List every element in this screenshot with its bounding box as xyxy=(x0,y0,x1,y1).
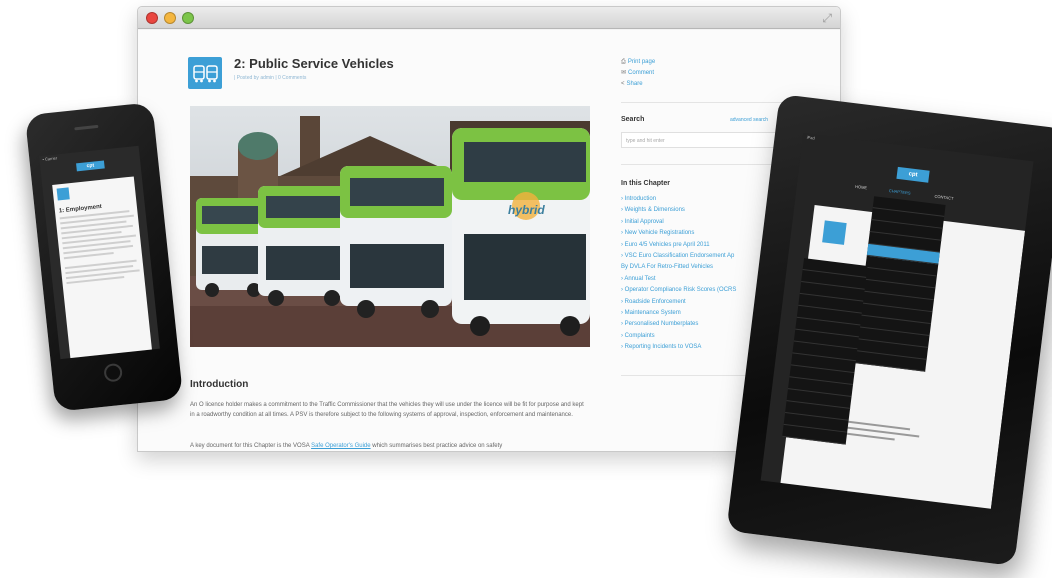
bus-livery-text: hybrid xyxy=(508,203,545,217)
search-input[interactable]: type and hit enter xyxy=(621,132,784,148)
divider xyxy=(621,164,784,165)
share-icon: < xyxy=(621,81,625,87)
print-icon: ⎙ xyxy=(621,59,626,65)
search-heading: Search xyxy=(621,116,645,123)
tablet-screen: iPad cpt HOME CHAPTERS CONTACT xyxy=(760,133,1034,509)
phone-speaker xyxy=(74,124,99,131)
fullscreen-icon[interactable]: ⤢ xyxy=(822,11,832,26)
intro-paragraph: An O licence holder makes a commitment t… xyxy=(190,402,584,418)
cpt-logo[interactable]: cpt xyxy=(76,160,105,172)
phone-screen: • Carrier cpt 1: Employment xyxy=(39,145,160,360)
tablet-device: iPad cpt HOME CHAPTERS CONTACT xyxy=(726,93,1052,567)
nav-contact[interactable]: CONTACT xyxy=(934,194,954,201)
comment-link[interactable]: ✉ Comment xyxy=(621,68,655,79)
hero-bus-photo: hybrid xyxy=(190,106,590,347)
intro-paragraph-2: A key document for this Chapter is the V… xyxy=(190,443,503,449)
comment-icon: ✉ xyxy=(621,70,627,76)
post-actions: ⎙ Print page ✉ Comment < Share xyxy=(621,57,655,90)
bus-category-icon xyxy=(188,57,222,89)
home-button[interactable] xyxy=(103,362,124,383)
phone-status-bar: • Carrier xyxy=(42,155,58,162)
tablet-status-bar: iPad xyxy=(806,134,816,141)
cpt-logo[interactable]: cpt xyxy=(896,166,930,183)
browser-window: ⤢ 2: Public Service Vehicles | Posted by… xyxy=(137,6,841,452)
chapter-link[interactable]: › Introduction xyxy=(621,194,789,205)
category-icon xyxy=(822,220,847,245)
chapter-link[interactable]: › Weights & Dimensions xyxy=(621,205,789,216)
print-page-link[interactable]: ⎙ Print page xyxy=(621,57,655,68)
divider xyxy=(621,102,784,103)
phone-body-text xyxy=(59,210,141,285)
post-meta: | Posted by admin | 0 Comments xyxy=(234,75,307,81)
category-icon xyxy=(56,187,70,201)
minimize-window-button[interactable] xyxy=(164,12,176,24)
post-title: 2: Public Service Vehicles xyxy=(234,56,394,71)
safe-operators-guide-link[interactable]: Safe Operator's Guide xyxy=(311,443,371,449)
devices-showcase: ⤢ 2: Public Service Vehicles | Posted by… xyxy=(0,0,1052,578)
advanced-search-link[interactable]: advanced search xyxy=(730,117,768,123)
phone-page: 1: Employment xyxy=(52,176,153,360)
close-window-button[interactable] xyxy=(146,12,158,24)
nav-chapters[interactable]: CHAPTERS xyxy=(889,188,911,196)
intro-heading: Introduction xyxy=(190,379,249,390)
web-page: 2: Public Service Vehicles | Posted by a… xyxy=(138,30,840,451)
chapter-heading: In this Chapter xyxy=(621,180,671,187)
nav-home[interactable]: HOME xyxy=(855,184,868,190)
browser-titlebar: ⤢ xyxy=(138,7,840,29)
zoom-window-button[interactable] xyxy=(182,12,194,24)
share-link[interactable]: < Share xyxy=(621,79,655,90)
